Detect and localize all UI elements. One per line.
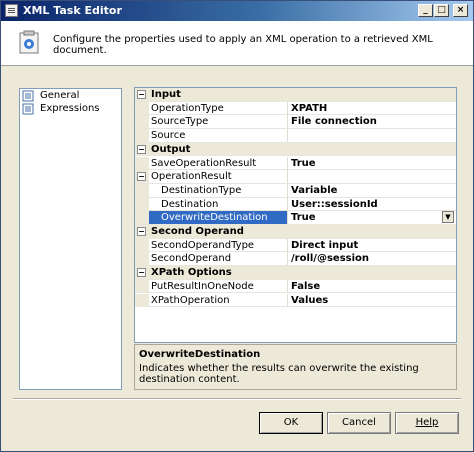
window-icon	[5, 4, 18, 17]
nav-item-label: Expressions	[40, 103, 100, 114]
page-navigation: General Expressions	[19, 88, 122, 390]
column-divider	[287, 129, 288, 142]
column-divider	[287, 197, 288, 211]
property-name: DestinationType	[161, 184, 242, 196]
property-name: OverwriteDestination	[161, 212, 268, 224]
row-gutter	[135, 115, 149, 129]
property-name: SecondOperand	[151, 253, 232, 265]
row-gutter	[135, 238, 149, 252]
column-divider	[287, 170, 288, 183]
xml-task-icon	[19, 30, 39, 54]
property-row[interactable]: DestinationType Variable	[135, 183, 456, 198]
property-row[interactable]: SaveOperationResult True	[135, 156, 456, 171]
property-row[interactable]: OverwriteDestination True ▼	[135, 211, 456, 225]
page-icon	[22, 103, 34, 115]
property-row[interactable]: SecondOperand/roll/@session	[135, 252, 456, 267]
description-pane: OverwriteDestination Indicates whether t…	[134, 344, 457, 390]
property-name: SecondOperandType	[151, 239, 255, 251]
ok-button[interactable]: OK	[259, 412, 323, 434]
row-gutter	[135, 129, 149, 142]
category-row[interactable]: − Output	[135, 142, 456, 157]
header-banner: Configure the properties used to apply a…	[1, 21, 473, 66]
row-gutter	[135, 156, 149, 170]
nav-item-general[interactable]: General	[38, 89, 81, 103]
category-row[interactable]: − Input	[135, 88, 456, 102]
row-gutter	[135, 197, 149, 211]
property-row[interactable]: − OperationResult	[135, 170, 456, 184]
column-divider	[287, 293, 288, 307]
column-divider	[287, 252, 288, 266]
row-gutter	[135, 279, 149, 293]
property-row[interactable]: Destination User::sessionId	[135, 197, 456, 212]
property-value[interactable]: Direct input	[291, 239, 358, 252]
property-value[interactable]: Variable	[291, 184, 337, 197]
property-value[interactable]: True	[291, 211, 316, 224]
property-name: Destination	[161, 198, 219, 210]
header-description: Configure the properties used to apply a…	[53, 34, 433, 56]
row-gutter	[135, 211, 149, 224]
column-divider	[287, 183, 288, 197]
column-divider	[287, 279, 288, 293]
column-divider	[287, 238, 288, 252]
category-label: Output	[151, 143, 191, 155]
property-value[interactable]: File connection	[291, 115, 377, 128]
property-value[interactable]: /roll/@session	[291, 252, 369, 265]
nav-item-expressions[interactable]: Expressions	[38, 102, 102, 116]
property-row[interactable]: OperationType XPATH	[135, 101, 456, 116]
property-row[interactable]: SourceType File connection	[135, 115, 456, 130]
minimize-button[interactable]: _	[418, 4, 433, 17]
property-name: SaveOperationResult	[151, 157, 257, 169]
property-name: XPathOperation	[151, 294, 230, 306]
property-name: OperationType	[151, 102, 224, 114]
collapse-icon[interactable]: −	[137, 144, 146, 154]
property-value[interactable]: XPATH	[291, 102, 327, 115]
category-row[interactable]: − XPath Options	[135, 266, 456, 280]
row-gutter	[135, 293, 149, 307]
column-divider	[287, 156, 288, 170]
column-divider	[287, 211, 288, 224]
collapse-icon[interactable]: −	[137, 227, 146, 236]
property-row[interactable]: Source	[135, 129, 456, 143]
collapse-icon[interactable]: −	[137, 268, 146, 278]
property-row[interactable]: PutResultInOneNode False	[135, 279, 456, 294]
row-gutter	[135, 252, 149, 266]
property-value[interactable]: True	[291, 157, 316, 170]
property-value[interactable]: Values	[291, 294, 328, 307]
button-separator	[13, 398, 461, 400]
column-divider	[287, 115, 288, 129]
category-row[interactable]: − Second Operand	[135, 225, 456, 239]
collapse-icon[interactable]: −	[137, 90, 146, 99]
description-text: Indicates whether the results can overwr…	[139, 363, 419, 385]
row-gutter	[135, 183, 149, 197]
window-title: XML Task Editor	[23, 4, 122, 17]
property-value[interactable]: False	[291, 280, 320, 293]
maximize-button[interactable]: □	[434, 4, 449, 17]
property-grid: − Input OperationType XPATH SourceType File c…	[134, 87, 457, 343]
collapse-icon[interactable]: −	[137, 172, 146, 182]
cancel-button[interactable]: Cancel	[327, 412, 391, 434]
property-name: Source	[151, 130, 186, 142]
close-button[interactable]: ×	[453, 4, 468, 17]
category-label: Second Operand	[151, 226, 244, 237]
property-row[interactable]: XPathOperation Values	[135, 293, 456, 308]
page-icon	[22, 90, 34, 102]
category-label: XPath Options	[151, 267, 232, 279]
nav-item-label: General	[40, 90, 80, 101]
description-title: OverwriteDestination	[139, 349, 261, 360]
property-value[interactable]: User::sessionId	[291, 198, 378, 211]
category-label: Input	[151, 89, 181, 100]
column-divider	[287, 101, 288, 115]
dropdown-arrow-icon[interactable]: ▼	[442, 211, 454, 224]
property-name: PutResultInOneNode	[151, 280, 254, 292]
xml-task-editor-window: XML Task Editor _ □ × Configure the prop…	[0, 0, 474, 452]
row-gutter	[135, 101, 149, 115]
property-name: OperationResult	[151, 171, 232, 183]
property-row[interactable]: SecondOperandType Direct input	[135, 238, 456, 253]
help-button[interactable]: Help	[395, 412, 459, 434]
property-name: SourceType	[151, 116, 209, 128]
title-bar[interactable]: XML Task Editor _ □ ×	[1, 1, 473, 21]
